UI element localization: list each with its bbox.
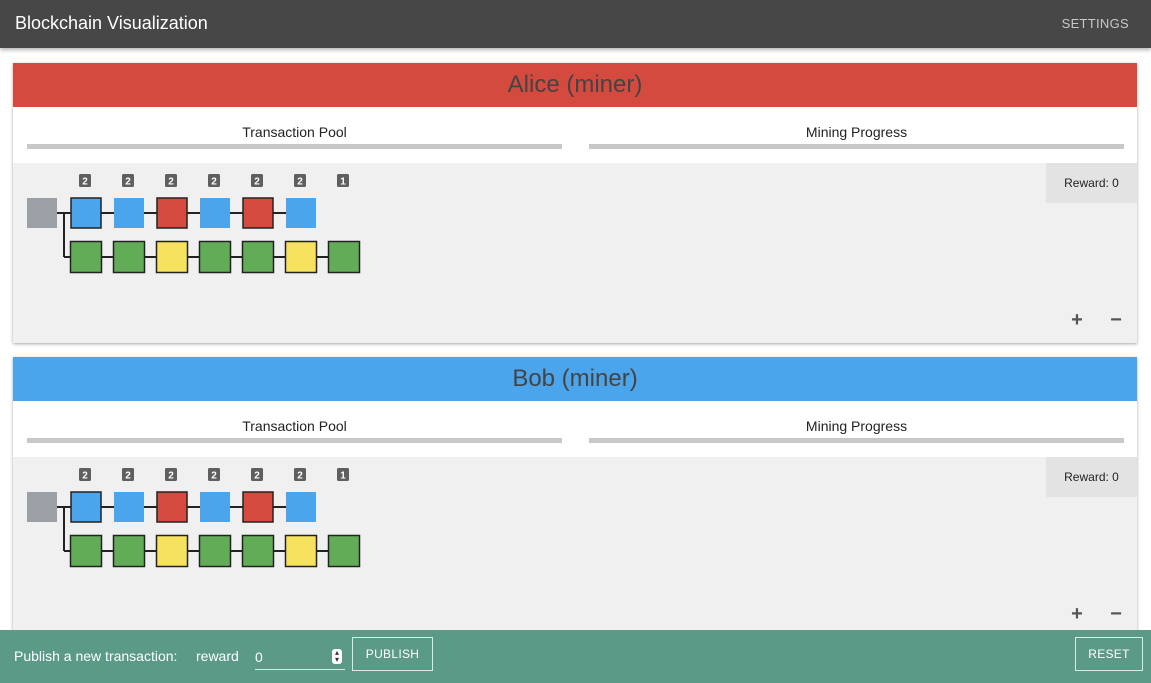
- block-blue: [286, 492, 316, 522]
- blockchain-area[interactable]: 2 2 2 2 2 2 1 Reward: 0 + −: [13, 163, 1137, 343]
- tx-count-badge-label: 2: [211, 177, 217, 188]
- genesis-block: [27, 198, 57, 228]
- publish-prompt: Publish a new transaction:: [14, 648, 178, 664]
- block-red: [242, 491, 274, 523]
- pool-row: Transaction Pool Mining Progress: [13, 107, 1137, 163]
- block-green: [198, 534, 232, 568]
- tx-count-badge-label: 1: [340, 471, 346, 482]
- mining-progress-label: Mining Progress: [805, 124, 908, 140]
- block-green: [69, 240, 103, 274]
- mining-progress: Mining Progress: [589, 401, 1124, 443]
- app-title: Blockchain Visualization: [15, 13, 208, 33]
- tx-count-badge-label: 2: [125, 471, 131, 482]
- transaction-pool: Transaction Pool: [27, 107, 562, 149]
- block-green: [112, 240, 146, 274]
- block-yellow: [155, 240, 189, 274]
- block-yellow: [155, 534, 189, 568]
- mining-progress-bar: [589, 438, 1124, 443]
- block-red: [242, 197, 274, 229]
- reset-button[interactable]: RESET: [1075, 637, 1143, 671]
- blockchain-graph[interactable]: 2 2 2 2 2 2 1: [13, 163, 413, 283]
- transaction-pool-bar: [27, 438, 562, 443]
- block-red: [156, 197, 188, 229]
- zoom-in-icon[interactable]: +: [1067, 604, 1087, 624]
- tx-count-badge-label: 2: [254, 471, 260, 482]
- tx-count-badge-label: 2: [254, 177, 260, 188]
- block-green: [198, 240, 232, 274]
- reward-display: Reward: 0: [1046, 163, 1137, 203]
- tx-count-badge-label: 1: [340, 177, 346, 188]
- miner-header: Bob (miner): [13, 357, 1137, 401]
- transaction-pool-bar: [27, 144, 562, 149]
- block-green: [241, 240, 275, 274]
- tx-count-badge-label: 2: [82, 177, 88, 188]
- block-red: [156, 491, 188, 523]
- top-app-bar: Blockchain Visualization SETTINGS: [0, 0, 1151, 48]
- block-green: [69, 534, 103, 568]
- genesis-block: [27, 492, 57, 522]
- transaction-pool-label: Transaction Pool: [242, 124, 347, 140]
- zoom-in-icon[interactable]: +: [1067, 310, 1087, 330]
- block-yellow: [284, 534, 318, 568]
- miner-header: Alice (miner): [13, 63, 1137, 107]
- blockchain-graph[interactable]: 2 2 2 2 2 2 1: [13, 457, 413, 577]
- block-blue: [114, 198, 144, 228]
- settings-button[interactable]: SETTINGS: [1062, 16, 1129, 31]
- miner-panel-bob: Bob (miner) Transaction Pool Mining Prog…: [13, 357, 1137, 637]
- block-green: [327, 240, 361, 274]
- transaction-pool-label: Transaction Pool: [242, 418, 347, 434]
- tx-count-badge-label: 2: [297, 471, 303, 482]
- tx-count-badge-label: 2: [168, 471, 174, 482]
- tx-count-badge-label: 2: [168, 177, 174, 188]
- transaction-footer: Publish a new transaction: reward ▴▾ PUB…: [0, 630, 1151, 683]
- publish-button[interactable]: PUBLISH: [352, 637, 433, 671]
- zoom-out-icon[interactable]: −: [1106, 604, 1126, 624]
- block-green: [241, 534, 275, 568]
- block-blue: [70, 197, 102, 229]
- reward-display: Reward: 0: [1046, 457, 1137, 497]
- mining-progress: Mining Progress: [589, 107, 1124, 149]
- tx-count-badge-label: 2: [211, 471, 217, 482]
- block-blue: [114, 492, 144, 522]
- miner-panel-alice: Alice (miner) Transaction Pool Mining Pr…: [13, 63, 1137, 343]
- blockchain-area[interactable]: 2 2 2 2 2 2 1 Reward: 0 + −: [13, 457, 1137, 637]
- tx-count-badge-label: 2: [82, 471, 88, 482]
- block-green: [112, 534, 146, 568]
- tx-count-badge-label: 2: [297, 177, 303, 188]
- tx-count-badge-label: 2: [125, 177, 131, 188]
- mining-progress-bar: [589, 144, 1124, 149]
- transaction-pool: Transaction Pool: [27, 401, 562, 443]
- block-blue: [286, 198, 316, 228]
- zoom-out-icon[interactable]: −: [1106, 310, 1126, 330]
- block-blue: [200, 198, 230, 228]
- number-stepper-icon[interactable]: ▴ ▾: [332, 649, 342, 664]
- mining-progress-label: Mining Progress: [805, 418, 908, 434]
- block-blue: [70, 491, 102, 523]
- block-yellow: [284, 240, 318, 274]
- block-blue: [200, 492, 230, 522]
- block-green: [327, 534, 361, 568]
- reward-label: reward: [196, 648, 239, 664]
- pool-row: Transaction Pool Mining Progress: [13, 401, 1137, 457]
